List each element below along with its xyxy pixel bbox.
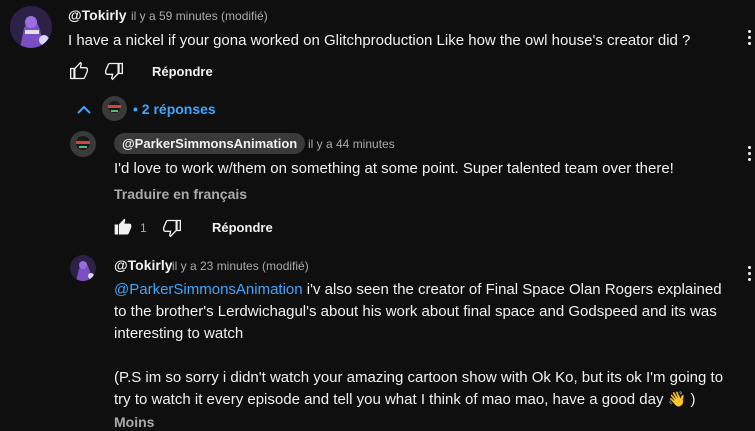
comment-author[interactable]: @Tokirly (68, 7, 127, 23)
reply-text-line: try to watch it every episode and tell y… (114, 391, 696, 408)
reply-timestamp[interactable]: il y a 23 minutes (modifié) (172, 259, 309, 273)
replies-toggle[interactable]: • 2 réponses (133, 101, 216, 117)
chevron-up-icon[interactable] (76, 103, 92, 121)
channel-owner-badge[interactable]: @ParkerSimmonsAnimation (114, 133, 306, 154)
replier-avatar (102, 96, 127, 121)
reply-button[interactable]: Répondre (152, 64, 213, 79)
reply-author[interactable]: @Tokirly (114, 257, 173, 273)
show-less-button[interactable]: Moins (114, 414, 154, 430)
replies-count: 2 réponses (141, 101, 216, 117)
reply-text-line: (P.S im so sorry i didn't watch your ama… (114, 369, 724, 386)
mention-link[interactable]: @ParkerSimmonsAnimation (114, 281, 303, 298)
thumbs-up-icon[interactable] (68, 61, 90, 86)
like-count: 1 (140, 221, 147, 235)
avatar[interactable] (70, 131, 96, 157)
reply-button[interactable]: Répondre (212, 220, 273, 235)
reply-text: I'd love to work w/them on something at … (114, 160, 674, 177)
translate-button[interactable]: Traduire en français (114, 186, 247, 202)
reply-text-line: interesting to watch (114, 325, 244, 342)
thumbs-down-icon[interactable] (103, 61, 125, 86)
kebab-menu-icon[interactable] (747, 266, 751, 281)
thumbs-down-icon[interactable] (161, 218, 183, 243)
reply-timestamp[interactable]: il y a 44 minutes (308, 137, 395, 151)
reply-text-fragment: i'v also seen the creator of Final Space… (302, 281, 722, 298)
comment-text: I have a nickel if your gona worked on G… (68, 32, 691, 49)
thumbs-up-icon[interactable] (112, 217, 134, 242)
comment-timestamp[interactable]: il y a 59 minutes (modifié) (131, 9, 268, 23)
avatar[interactable] (70, 255, 96, 281)
kebab-menu-icon[interactable] (747, 146, 751, 161)
reply-text-line: @ParkerSimmonsAnimation i'v also seen th… (114, 279, 744, 301)
reply-text-line: to the brother's Lerdwichagul's about hi… (114, 303, 717, 320)
avatar[interactable] (10, 6, 52, 48)
reply-text: @ParkerSimmonsAnimation i'v also seen th… (114, 279, 744, 411)
kebab-menu-icon[interactable] (747, 30, 751, 45)
